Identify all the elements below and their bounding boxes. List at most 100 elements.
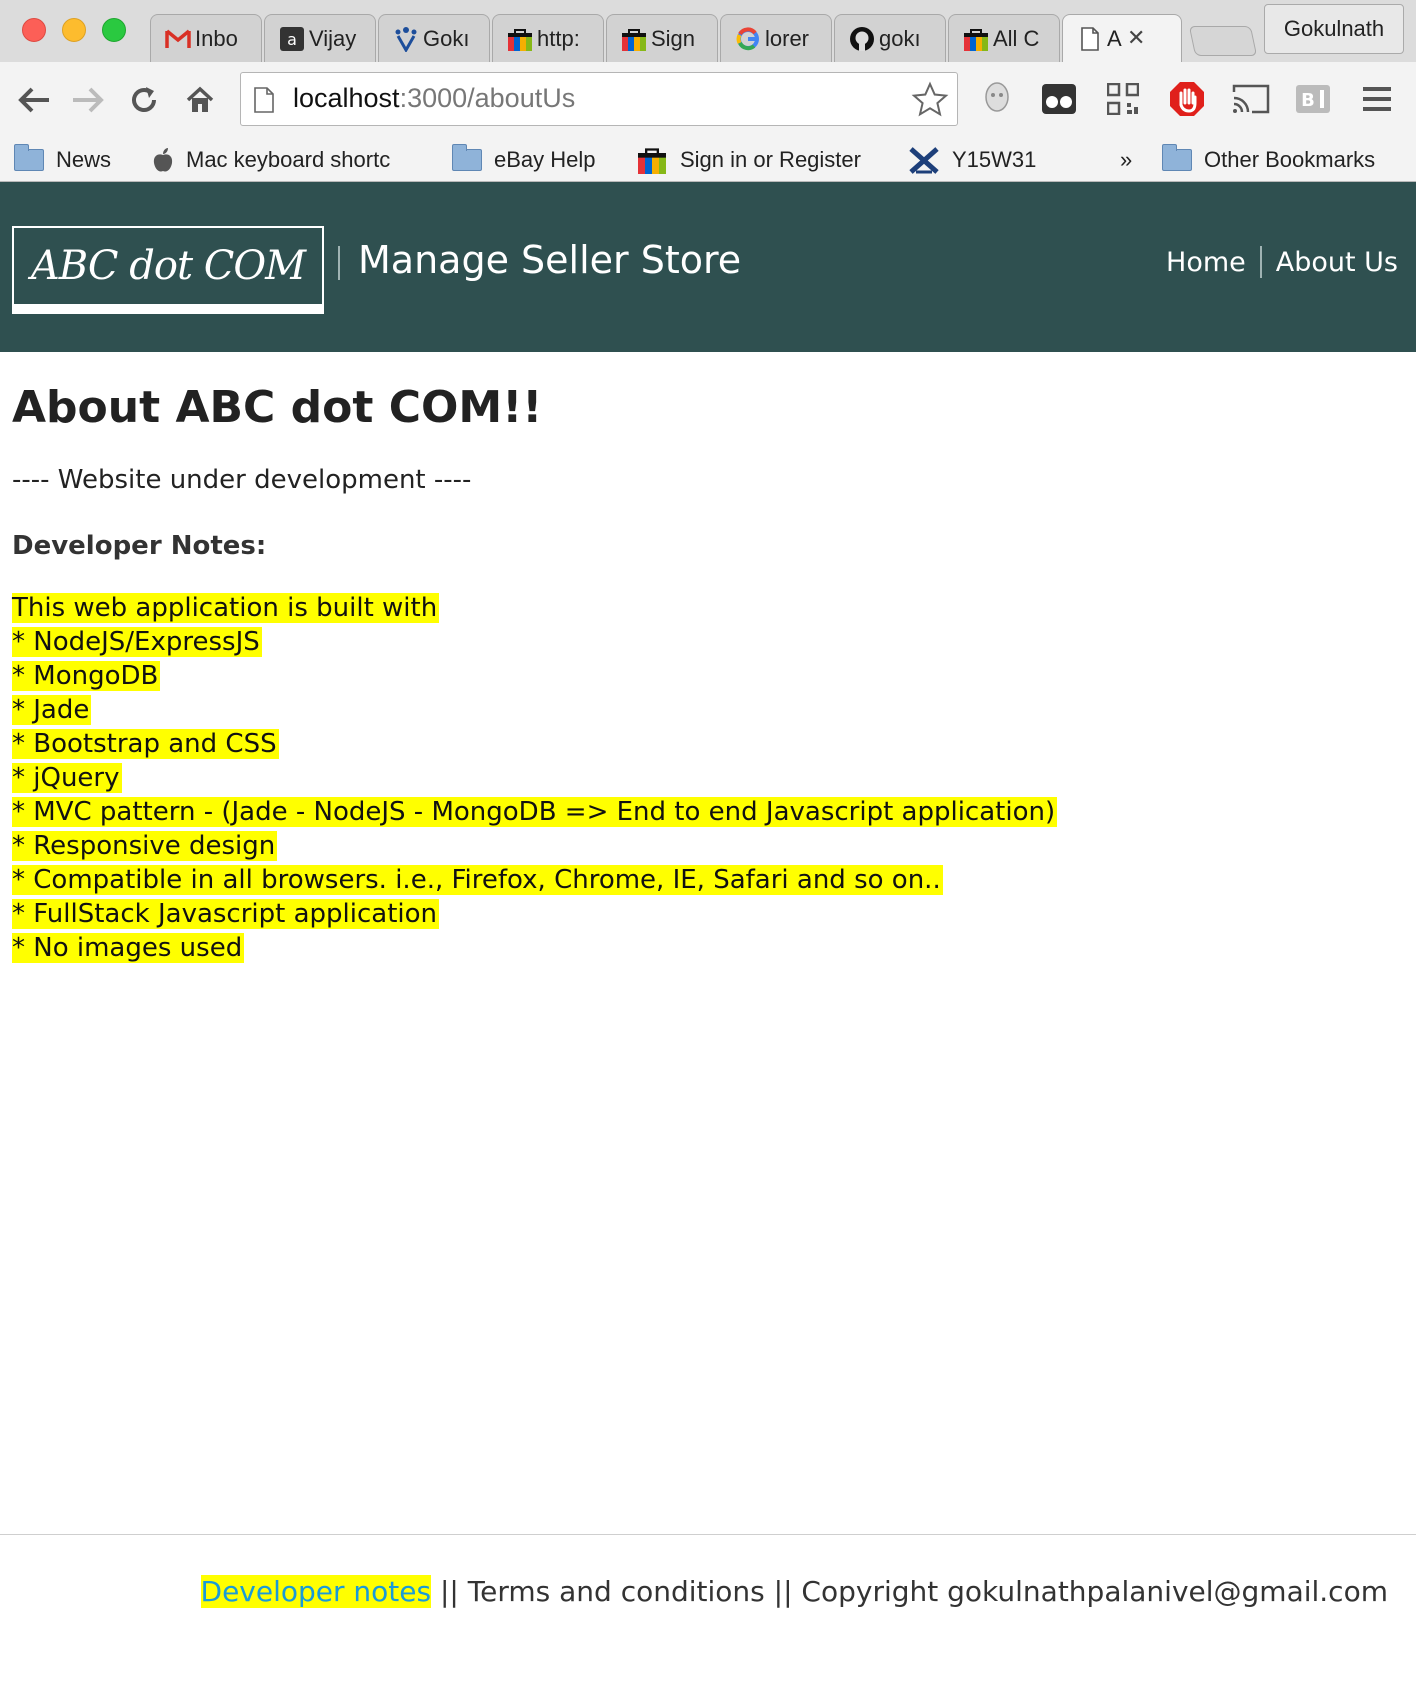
main-content: About ABC dot COM!! ---- Website under d… — [12, 382, 1402, 965]
page-icon — [253, 87, 275, 117]
profile-button[interactable]: Gokulnath — [1264, 4, 1404, 54]
tab-label: lorer — [765, 25, 810, 51]
developer-notes: This web application is built with * Nod… — [12, 591, 1402, 965]
bookmark-label: Y15W31 — [952, 147, 1037, 172]
note-text: * MongoDB — [12, 661, 161, 691]
adblock-hand-icon[interactable] — [1166, 78, 1208, 120]
terms-link[interactable]: Terms and conditions — [468, 1575, 765, 1608]
note-line: * jQuery — [12, 761, 1402, 795]
close-icon[interactable]: ✕ — [1127, 26, 1145, 51]
bookmark-star-icon[interactable] — [911, 81, 949, 123]
tab-gmail[interactable]: Inbo — [150, 14, 262, 62]
note-text: * FullStack Javascript application — [12, 899, 440, 929]
ebay-bag-icon — [507, 26, 533, 52]
folder-icon — [1162, 144, 1192, 171]
note-line: * FullStack Javascript application — [12, 897, 1402, 931]
note-text: * Bootstrap and CSS — [12, 729, 279, 759]
tab-label: Gokı — [423, 25, 470, 51]
tab-ebay-1[interactable]: http: — [492, 14, 604, 62]
tab-label: gokı — [879, 25, 921, 51]
bookmarks-overflow-chevron[interactable]: » — [1120, 142, 1132, 178]
tab-label: A — [1107, 25, 1122, 51]
page-subtitle: ---- Website under development ---- — [12, 465, 472, 495]
note-text: * No images used — [12, 933, 245, 963]
bookmark-label: Other Bookmarks — [1204, 147, 1376, 172]
amazon-icon: a — [279, 26, 305, 52]
tab-github[interactable]: gokı — [834, 14, 946, 62]
home-icon[interactable] — [180, 80, 220, 120]
note-text: * Responsive design — [12, 831, 278, 861]
note-line: * Bootstrap and CSS — [12, 727, 1402, 761]
tab-label: Inbo — [195, 25, 238, 51]
note-line: * Responsive design — [12, 829, 1402, 863]
url-path: :3000/aboutUs — [399, 83, 576, 113]
bookmark-ebay-help[interactable]: eBay Help — [452, 142, 596, 178]
bookmark-other[interactable]: Other Bookmarks — [1162, 142, 1375, 178]
folder-icon — [452, 144, 482, 171]
bookmark-news[interactable]: News — [14, 142, 111, 178]
footer-links: Developer notes || Terms and conditions … — [200, 1575, 1388, 1608]
nav-home-link[interactable]: Home — [1166, 247, 1246, 278]
header-divider — [338, 246, 340, 280]
bookmark-label: Mac keyboard shortc — [186, 147, 391, 172]
bookmarks-bar: News Mac keyboard shortc eBay Help Sign … — [0, 138, 1416, 182]
tab-google[interactable]: lorer — [720, 14, 832, 62]
apple-icon — [152, 147, 174, 173]
note-text: * MVC pattern - (Jade - NodeJS - MongoDB… — [12, 797, 1058, 827]
site-header: ABC dot COM Manage Seller Store Home Abo… — [0, 182, 1416, 352]
copyright-text: Copyright gokulnathpalanivel@gmail.com — [801, 1575, 1388, 1608]
site-logo[interactable]: ABC dot COM — [12, 226, 324, 314]
maximize-window-button[interactable] — [102, 18, 126, 42]
bookmark-sign-in[interactable]: Sign in or Register — [636, 142, 861, 178]
extension-glasses-icon[interactable] — [1038, 78, 1080, 120]
tab-ebay-2[interactable]: Sign — [606, 14, 718, 62]
nav-divider — [1259, 246, 1262, 278]
menu-icon[interactable] — [1356, 78, 1398, 120]
footer-separator: || — [764, 1575, 802, 1608]
tab-label: All C — [993, 25, 1040, 51]
note-line: * Compatible in all browsers. i.e., Fire… — [12, 863, 1402, 897]
extension-ghost-icon[interactable] — [976, 78, 1018, 120]
tab-label: Sign — [651, 25, 696, 51]
note-line: * No images used — [12, 931, 1402, 965]
minimize-window-button[interactable] — [62, 18, 86, 42]
url-host: localhost — [293, 83, 400, 113]
browser-tabbar: Inbo a Vijay Gokı http: Sign lorer gokı … — [0, 0, 1416, 62]
forward-icon[interactable] — [68, 80, 108, 120]
bookmark-label: eBay Help — [494, 147, 596, 172]
note-line: * MongoDB — [12, 659, 1402, 693]
tab-ebay-3[interactable]: All C — [948, 14, 1060, 62]
bookmark-mac-shortcuts[interactable]: Mac keyboard shortc — [152, 142, 414, 178]
bookmark-label: News — [56, 147, 112, 172]
browser-toolbar: localhost:3000/aboutUs B — [0, 62, 1416, 138]
github-icon — [849, 26, 875, 52]
note-line: This web application is built with — [12, 591, 1402, 625]
developer-notes-link[interactable]: Developer notes — [200, 1575, 432, 1608]
back-icon[interactable] — [14, 80, 54, 120]
tab-jira[interactable]: Gokı — [378, 14, 490, 62]
nav-about-link[interactable]: About Us — [1276, 247, 1398, 278]
cast-icon[interactable] — [1230, 78, 1272, 120]
note-text: * NodeJS/ExpressJS — [12, 627, 262, 657]
ebay-bag-icon — [636, 146, 668, 174]
tab-amazon[interactable]: a Vijay — [264, 14, 376, 62]
qr-code-icon[interactable] — [1102, 78, 1144, 120]
main-nav: Home About Us — [1166, 246, 1398, 278]
note-text: This web application is built with — [12, 593, 440, 623]
page-title: About ABC dot COM!! — [12, 382, 543, 433]
new-tab-button[interactable] — [1188, 26, 1258, 56]
header-title: Manage Seller Store — [358, 238, 742, 282]
note-line: * Jade — [12, 693, 1402, 727]
logo-text: ABC dot COM — [30, 243, 306, 289]
reload-icon[interactable] — [124, 80, 164, 120]
address-bar[interactable]: localhost:3000/aboutUs — [240, 72, 958, 126]
url-text[interactable]: localhost:3000/aboutUs — [293, 83, 575, 114]
bookmark-y15w31[interactable]: Y15W31 — [908, 142, 1036, 178]
close-window-button[interactable] — [22, 18, 46, 42]
extension-bi-icon[interactable]: B — [1292, 78, 1334, 120]
tab-label: http: — [537, 25, 580, 51]
note-line: * MVC pattern - (Jade - NodeJS - MongoDB… — [12, 795, 1402, 829]
tab-active[interactable]: A ✕ — [1062, 14, 1182, 62]
x-logo-icon — [908, 146, 940, 174]
bookmark-label: Sign in or Register — [680, 147, 861, 172]
